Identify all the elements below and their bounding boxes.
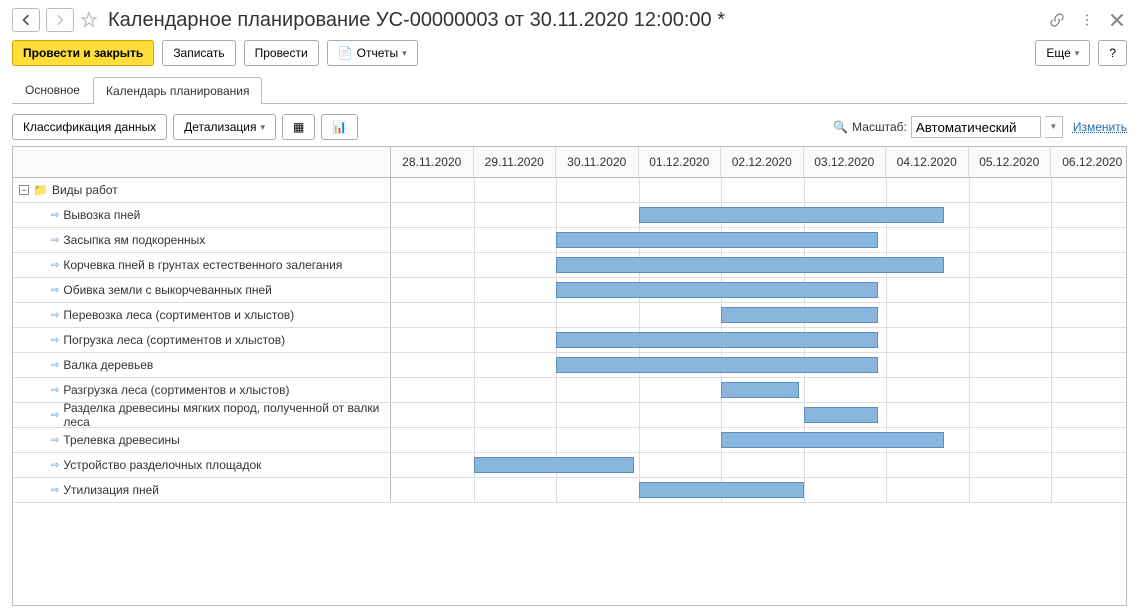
date-header: 04.12.2020 [886, 147, 969, 177]
chart-icon-button[interactable]: 📊 [321, 114, 358, 140]
task-row[interactable]: ⇨ Вывозка пней [13, 203, 391, 227]
detail-button[interactable]: Детализация [173, 114, 276, 140]
help-button[interactable]: ? [1098, 40, 1127, 66]
task-row[interactable]: ⇨ Погрузка леса (сортиментов и хлыстов) [13, 328, 391, 352]
task-icon: ⇨ [51, 235, 59, 246]
gantt-chart: 28.11.202029.11.202030.11.202001.12.2020… [12, 146, 1127, 606]
task-label: Утилизация пней [63, 483, 159, 497]
task-icon: ⇨ [51, 335, 59, 346]
gantt-bar[interactable] [804, 407, 878, 423]
report-icon: 📄 [338, 46, 353, 60]
close-icon[interactable] [1107, 10, 1127, 30]
task-icon: ⇨ [51, 285, 59, 296]
task-row[interactable]: ⇨ Перевозка леса (сортиментов и хлыстов) [13, 303, 391, 327]
task-icon: ⇨ [51, 210, 59, 221]
task-icon: ⇨ [51, 385, 59, 396]
gantt-bar[interactable] [639, 482, 804, 498]
date-header: 05.12.2020 [969, 147, 1052, 177]
star-icon[interactable] [80, 11, 98, 29]
gantt-bar[interactable] [721, 307, 878, 323]
task-row[interactable]: ⇨ Обивка земли с выкорчеванных пней [13, 278, 391, 302]
date-header: 01.12.2020 [639, 147, 722, 177]
page-title: Календарное планирование УС-00000003 от … [108, 9, 1041, 32]
task-label: Засыпка ям подкоренных [63, 233, 205, 247]
task-label: Трелевка древесины [63, 433, 179, 447]
task-label: Разделка древесины мягких пород, получен… [63, 401, 384, 429]
collapse-icon[interactable]: − [19, 185, 29, 195]
task-icon: ⇨ [51, 260, 59, 271]
save-button[interactable]: Записать [162, 40, 235, 66]
reports-button[interactable]: 📄Отчеты [327, 40, 418, 66]
scale-dropdown[interactable]: ▾ [1045, 116, 1063, 138]
gantt-bar[interactable] [556, 282, 878, 298]
task-icon: ⇨ [51, 485, 59, 496]
scale-select[interactable] [911, 116, 1041, 138]
task-label: Вывозка пней [63, 208, 140, 222]
task-label: Разгрузка леса (сортиментов и хлыстов) [63, 383, 289, 397]
tree-root[interactable]: − 📁 Виды работ [13, 178, 391, 202]
task-row[interactable]: ⇨ Разделка древесины мягких пород, получе… [13, 403, 391, 427]
task-label: Погрузка леса (сортиментов и хлыстов) [63, 333, 285, 347]
gantt-bar[interactable] [556, 357, 878, 373]
task-row[interactable]: ⇨ Разгрузка леса (сортиментов и хлыстов) [13, 378, 391, 402]
gantt-bar[interactable] [721, 432, 944, 448]
task-row[interactable]: ⇨ Утилизация пней [13, 478, 391, 502]
task-label: Перевозка леса (сортиментов и хлыстов) [63, 308, 294, 322]
gantt-bar[interactable] [556, 232, 878, 248]
task-row[interactable]: ⇨ Валка деревьев [13, 353, 391, 377]
task-icon: ⇨ [51, 310, 59, 321]
tab-main[interactable]: Основное [12, 76, 93, 103]
gantt-bar[interactable] [474, 457, 635, 473]
date-header: 29.11.2020 [474, 147, 557, 177]
classify-button[interactable]: Классификация данных [12, 114, 167, 140]
more-button[interactable]: Еще [1035, 40, 1090, 66]
change-link[interactable]: Изменить [1073, 120, 1127, 134]
link-icon[interactable] [1047, 10, 1067, 30]
grid-icon-button[interactable]: ▦ [282, 114, 315, 140]
date-header: 02.12.2020 [721, 147, 804, 177]
more-icon[interactable] [1077, 10, 1097, 30]
grid-icon: ▦ [293, 120, 304, 134]
zoom-icon[interactable]: 🔍 [833, 120, 848, 134]
date-header: 28.11.2020 [391, 147, 474, 177]
submit-button[interactable]: Провести [244, 40, 319, 66]
back-button[interactable] [12, 8, 40, 32]
task-label: Устройство разделочных площадок [63, 458, 261, 472]
date-header: 03.12.2020 [804, 147, 887, 177]
gantt-bar[interactable] [556, 257, 944, 273]
chart-icon: 📊 [332, 120, 347, 134]
date-header: 06.12.2020 [1051, 147, 1134, 177]
task-row[interactable]: ⇨ Корчевка пней в грунтах естественного з… [13, 253, 391, 277]
task-label: Корчевка пней в грунтах естественного за… [63, 258, 342, 272]
scale-label: Масштаб: [852, 120, 907, 134]
task-label: Обивка земли с выкорчеванных пней [63, 283, 272, 297]
task-label: Валка деревьев [63, 358, 153, 372]
folder-icon: 📁 [33, 183, 48, 197]
task-row[interactable]: ⇨ Засыпка ям подкоренных [13, 228, 391, 252]
task-icon: ⇨ [51, 435, 59, 446]
task-row[interactable]: ⇨ Трелевка древесины [13, 428, 391, 452]
root-label: Виды работ [52, 183, 118, 197]
tab-calendar[interactable]: Календарь планирования [93, 77, 263, 104]
task-icon: ⇨ [51, 410, 59, 421]
task-icon: ⇨ [51, 360, 59, 371]
submit-close-button[interactable]: Провести и закрыть [12, 40, 154, 66]
gantt-bar[interactable] [721, 382, 799, 398]
forward-button[interactable] [46, 8, 74, 32]
task-row[interactable]: ⇨ Устройство разделочных площадок [13, 453, 391, 477]
tree-header [13, 147, 391, 177]
task-icon: ⇨ [51, 460, 59, 471]
gantt-bar[interactable] [639, 207, 944, 223]
gantt-bar[interactable] [556, 332, 878, 348]
date-header: 30.11.2020 [556, 147, 639, 177]
